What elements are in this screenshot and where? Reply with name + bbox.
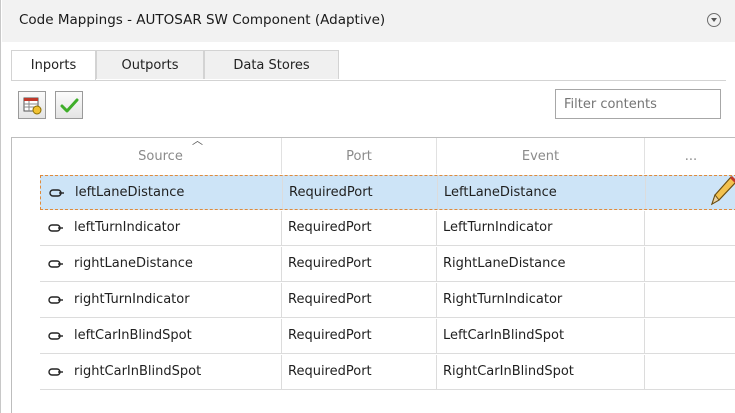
port-cell[interactable]: RequiredPort: [282, 211, 437, 245]
checkmark-icon: [60, 98, 79, 113]
source-cell[interactable]: rightTurnIndicator: [40, 283, 282, 317]
source-cell[interactable]: leftLaneDistance: [41, 176, 283, 209]
port-cell[interactable]: RequiredPort: [282, 283, 437, 317]
event-cell[interactable]: RightLaneDistance: [437, 247, 645, 281]
port-cell[interactable]: RequiredPort: [282, 355, 437, 389]
table-row[interactable]: leftCarInBlindSpot RequiredPort LeftCarI…: [40, 319, 735, 354]
sort-ascending-icon: ︿: [192, 134, 203, 147]
source-cell[interactable]: leftCarInBlindSpot: [40, 319, 282, 353]
column-header-source[interactable]: ︿ Source: [40, 134, 282, 174]
event-cell[interactable]: LeftCarInBlindSpot: [437, 319, 645, 353]
event-cell[interactable]: RightTurnIndicator: [437, 283, 645, 317]
source-cell[interactable]: rightLaneDistance: [40, 247, 282, 281]
port-cell[interactable]: RequiredPort: [282, 247, 437, 281]
tab-data-stores[interactable]: Data Stores: [204, 50, 339, 79]
column-header-event[interactable]: Event: [437, 138, 645, 174]
table-row[interactable]: rightTurnIndicator RequiredPort RightTur…: [40, 283, 735, 318]
column-header-more[interactable]: ...: [645, 138, 735, 174]
inport-icon: [48, 260, 63, 268]
event-cell[interactable]: LeftLaneDistance: [438, 176, 646, 209]
table-row[interactable]: leftLaneDistance RequiredPort LeftLaneDi…: [40, 175, 735, 210]
mappings-table: ︿ Source Port Event ... leftLaneDistance…: [11, 134, 735, 413]
column-header-port[interactable]: Port: [282, 138, 437, 174]
more-cell[interactable]: [646, 173, 735, 209]
inport-icon: [48, 332, 63, 340]
inport-icon: [48, 368, 63, 376]
collapse-panel-icon[interactable]: [707, 13, 721, 27]
event-cell[interactable]: LeftTurnIndicator: [437, 211, 645, 245]
inport-icon: [49, 189, 64, 197]
source-cell[interactable]: leftTurnIndicator: [40, 211, 282, 245]
source-cell[interactable]: rightCarInBlindSpot: [40, 355, 282, 389]
pencil-edit-icon[interactable]: [706, 173, 735, 207]
inport-icon: [48, 296, 63, 304]
tab-outports[interactable]: Outports: [96, 50, 204, 79]
table-settings-icon: [23, 97, 42, 115]
tab-inports[interactable]: Inports: [11, 50, 96, 81]
code-mappings-panel: Code Mappings - AUTOSAR SW Component (Ad…: [0, 0, 735, 413]
table-row[interactable]: rightLaneDistance RequiredPort RightLane…: [40, 247, 735, 282]
title-bar: Code Mappings - AUTOSAR SW Component (Ad…: [2, 0, 735, 42]
filter-input[interactable]: [555, 89, 721, 119]
mapping-settings-button[interactable]: [18, 91, 46, 119]
validate-button[interactable]: [55, 91, 83, 119]
panel-title: Code Mappings - AUTOSAR SW Component (Ad…: [19, 12, 386, 28]
port-cell[interactable]: RequiredPort: [282, 319, 437, 353]
table-row[interactable]: rightCarInBlindSpot RequiredPort RightCa…: [40, 355, 735, 390]
event-cell[interactable]: RightCarInBlindSpot: [437, 355, 645, 389]
inport-icon: [48, 224, 63, 232]
port-cell[interactable]: RequiredPort: [283, 176, 438, 209]
table-row[interactable]: leftTurnIndicator RequiredPort LeftTurnI…: [40, 211, 735, 246]
